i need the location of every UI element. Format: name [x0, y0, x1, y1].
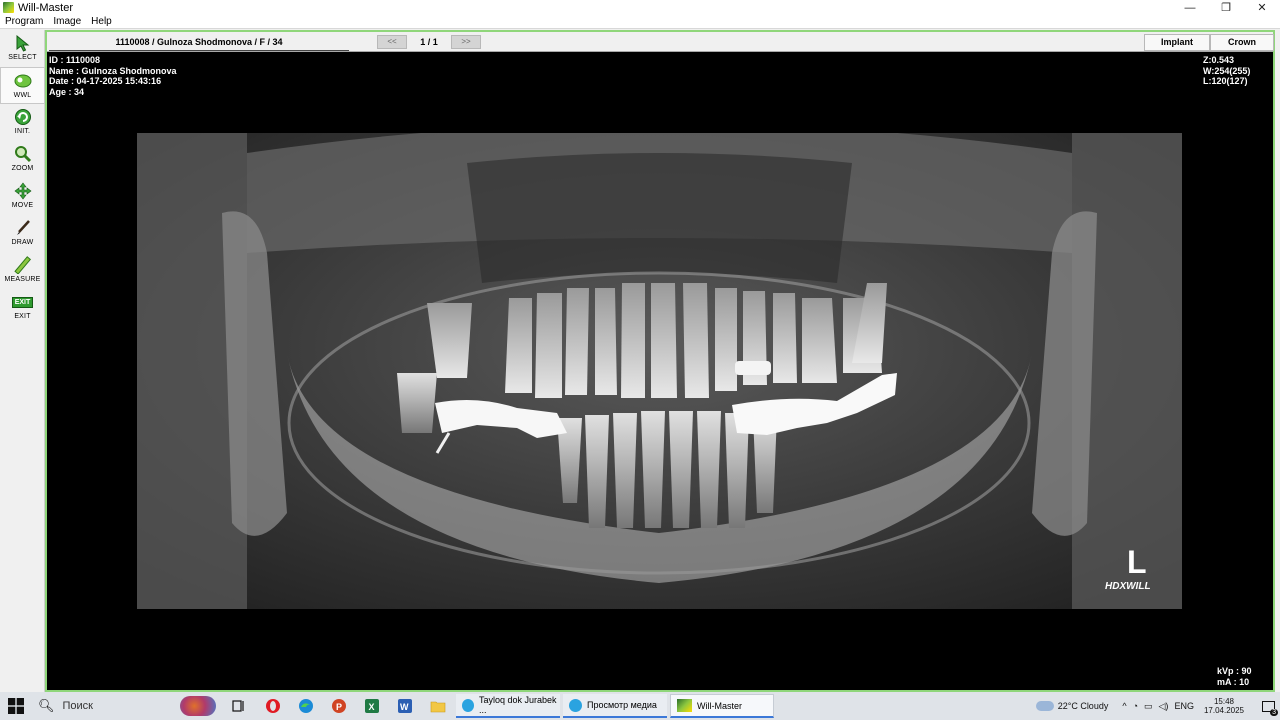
- task-view-icon[interactable]: [230, 697, 248, 715]
- svg-text:P: P: [336, 702, 342, 712]
- init-icon: [13, 107, 33, 127]
- tool-label: EXIT: [14, 313, 31, 320]
- close-button[interactable]: ✕: [1244, 0, 1280, 15]
- patient-age: Age : 34: [49, 86, 85, 97]
- opera-icon[interactable]: [264, 697, 282, 715]
- patient-name: Name : Gulnoza Shodmonova: [49, 65, 177, 76]
- notification-button[interactable]: 3: [1256, 696, 1280, 716]
- taskbar-app-telegram-2[interactable]: Просмотр медиа: [563, 694, 667, 718]
- search-highlight-icon: [180, 696, 216, 716]
- taskbar-app-telegram-1[interactable]: Tayloq dok Jurabek ...: [456, 694, 560, 718]
- windows-logo-icon: [8, 698, 24, 714]
- move-icon: [13, 181, 33, 201]
- tool-move[interactable]: MOVE: [0, 178, 45, 215]
- app-logo-icon: [3, 2, 14, 13]
- powerpoint-icon[interactable]: P: [330, 697, 348, 715]
- title-bar: Will-Master — ❐ ✕: [0, 0, 1280, 15]
- tab-implant[interactable]: Implant: [1144, 34, 1210, 51]
- brand-marker: HDXWILL: [1105, 581, 1151, 592]
- language-indicator[interactable]: ENG: [1174, 701, 1194, 711]
- tool-init[interactable]: INIT.: [0, 104, 45, 141]
- next-page-button[interactable]: >>: [451, 35, 481, 49]
- file-explorer-icon[interactable]: [429, 697, 447, 715]
- network-icon[interactable]: ▭: [1144, 701, 1153, 712]
- clock-time: 15:48: [1213, 697, 1234, 706]
- telegram-icon: [462, 698, 475, 712]
- viewer-header: 1110008 / Gulnoza Shodmonova / F / 34 <<…: [47, 32, 1274, 52]
- window-level-overlay: Z:0.543 W:254(255) L:120(127): [1203, 55, 1250, 87]
- willmaster-icon: [677, 699, 692, 712]
- tool-label: WWL: [13, 92, 32, 99]
- exposure-overlay: kVp : 90 mA : 10: [1217, 666, 1252, 687]
- exit-icon: EXIT: [11, 292, 34, 312]
- svg-text:X: X: [369, 702, 375, 712]
- search-placeholder: Поиск: [62, 700, 93, 712]
- prev-page-button[interactable]: <<: [377, 35, 407, 49]
- tab-crown[interactable]: Crown: [1210, 34, 1274, 51]
- window-title: Will-Master: [18, 1, 73, 14]
- measure-icon: [13, 255, 33, 275]
- tool-label: ZOOM: [11, 165, 34, 172]
- tool-zoom[interactable]: ZOOM: [0, 141, 45, 178]
- tool-exit[interactable]: EXIT EXIT: [0, 289, 45, 326]
- tool-wwl[interactable]: WWL: [0, 67, 45, 104]
- edge-icon[interactable]: [297, 697, 315, 715]
- taskbar-app-label: Tayloq dok Jurabek ...: [479, 695, 557, 715]
- tool-label: MOVE: [11, 202, 34, 209]
- window-value: W:254(255): [1203, 65, 1251, 76]
- taskbar-app-label: Will-Master: [697, 700, 742, 711]
- page-indicator: 1 / 1: [420, 37, 438, 47]
- menu-program[interactable]: Program: [0, 16, 48, 27]
- exit-badge: EXIT: [11, 296, 34, 308]
- level-value: L:120(127): [1203, 76, 1248, 86]
- patient-info-overlay: ID : 1110008 Name : Gulnoza Shodmonova D…: [49, 55, 177, 97]
- svg-text:W: W: [400, 702, 409, 712]
- word-icon[interactable]: W: [396, 697, 414, 715]
- menu-image[interactable]: Image: [48, 16, 86, 27]
- minimize-button[interactable]: —: [1172, 0, 1208, 15]
- zoom-value: Z:0.543: [1203, 55, 1235, 65]
- zoom-icon: [13, 144, 33, 164]
- tool-label: INIT.: [14, 128, 31, 135]
- tool-measure[interactable]: MEASURE: [0, 252, 45, 289]
- excel-icon[interactable]: X: [363, 697, 381, 715]
- window-controls: — ❐ ✕: [1172, 0, 1280, 15]
- tool-draw[interactable]: DRAW: [0, 215, 45, 252]
- taskbar-search[interactable]: 🔍︎ Поиск: [32, 692, 222, 720]
- telegram-icon: [569, 698, 582, 712]
- weather-text[interactable]: 22°C Cloudy: [1058, 701, 1109, 711]
- search-icon: 🔍︎: [38, 698, 55, 713]
- kvp-value: kVp : 90: [1217, 666, 1252, 676]
- select-arrow-icon: [13, 33, 33, 53]
- wwl-icon: [13, 71, 33, 91]
- image-viewer[interactable]: 1110008 / Gulnoza Shodmonova / F / 34 <<…: [45, 30, 1275, 692]
- patient-tab[interactable]: 1110008 / Gulnoza Shodmonova / F / 34: [49, 35, 349, 51]
- tool-label: SELECT: [8, 54, 37, 61]
- system-tray: 22°C Cloudy ^ ◔ ▭ ◁) ENG 15:48 17.04.202…: [1035, 692, 1280, 720]
- panoramic-xray-image[interactable]: L HDXWILL: [137, 133, 1182, 609]
- tray-app-icon[interactable]: ◔: [1133, 701, 1138, 711]
- clock-date: 17.04.2025: [1203, 706, 1244, 715]
- tool-label: DRAW: [11, 239, 34, 246]
- tool-select[interactable]: SELECT: [0, 30, 45, 67]
- show-hidden-icons-icon[interactable]: ^: [1122, 701, 1126, 711]
- start-button[interactable]: [0, 692, 32, 720]
- taskbar-app-willmaster[interactable]: Will-Master: [670, 694, 774, 718]
- clock[interactable]: 15:48 17.04.2025: [1204, 697, 1244, 715]
- weather-icon: [1035, 701, 1054, 711]
- patient-id: ID : 1110008: [49, 55, 101, 65]
- maximize-button[interactable]: ❐: [1208, 0, 1244, 15]
- ma-value: mA : 10: [1217, 676, 1250, 687]
- scan-date: Date : 04-17-2025 15:43:16: [49, 76, 162, 86]
- tool-panel: SELECT WWL INIT. ZOOM MOVE DRAW MEASURE …: [0, 30, 45, 692]
- taskbar: 🔍︎ Поиск P X W Tayloq dok Jurabek ... Пр…: [0, 692, 1280, 720]
- tool-label: MEASURE: [4, 276, 41, 283]
- volume-icon[interactable]: ◁): [1159, 701, 1169, 712]
- notification-count: 3: [1270, 709, 1278, 716]
- side-marker: L: [1127, 544, 1147, 580]
- menu-help[interactable]: Help: [86, 16, 117, 27]
- taskbar-app-label: Просмотр медиа: [587, 700, 657, 710]
- menu-bar: Program Image Help: [0, 15, 1280, 29]
- draw-icon: [13, 218, 33, 238]
